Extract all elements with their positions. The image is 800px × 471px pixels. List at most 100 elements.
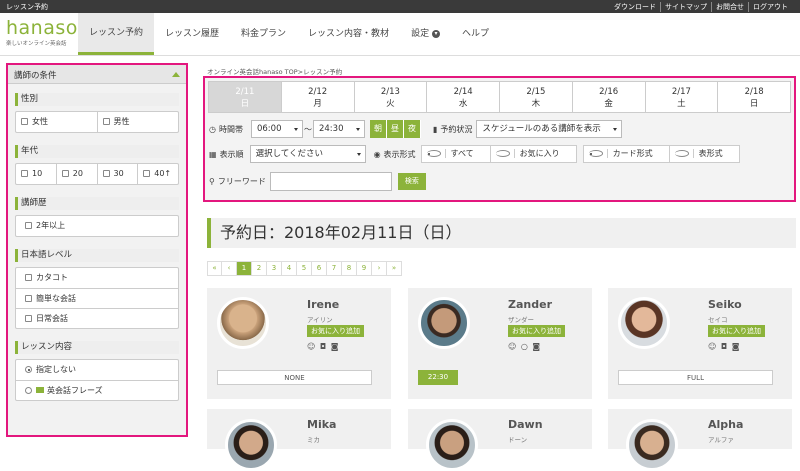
date-tab[interactable]: 2/14 水 [427,81,500,113]
page-5[interactable]: 5 [297,261,312,276]
teacher-avatar[interactable] [225,419,277,471]
book-icon: ▮ [432,124,438,134]
age-30-checkbox[interactable]: 30 [96,164,138,184]
age-40-checkbox[interactable]: 40↑ [137,164,178,184]
hanaso-logo[interactable]: hanaso 楽しいオンライン英会話 [6,18,78,50]
page-next[interactable]: › [372,261,387,276]
sitemap-link[interactable]: サイトマップ [660,2,711,12]
page-8[interactable]: 8 [342,261,357,276]
nav-lesson-booking[interactable]: レッスン予約 [78,13,155,55]
add-favorite-button[interactable]: お気に入り追加 [708,325,765,337]
page-4[interactable]: 4 [282,261,297,276]
date-tab[interactable]: 2/18 日 [718,81,791,113]
page-2[interactable]: 2 [252,261,267,276]
nav-settings[interactable]: 設定 ▾ [400,13,451,55]
nav-lesson-content[interactable]: レッスン内容・教材 [297,13,400,55]
view-table-radio[interactable]: 表形式 [668,146,739,162]
teacher-avatar[interactable] [626,419,678,471]
nav-lesson-history[interactable]: レッスン履歴 [154,13,230,55]
content-none-radio[interactable]: 指定しない [16,360,178,380]
teacher-name[interactable]: Mika [307,418,336,431]
time-to-select[interactable]: 24:30 [312,120,365,138]
date-tab[interactable]: 2/17 土 [645,81,719,113]
available-slot-button[interactable]: 22:30 [418,370,458,385]
age-20-checkbox[interactable]: 20 [55,164,97,184]
age-10-checkbox[interactable]: 10 [16,164,56,184]
page-9[interactable]: 9 [357,261,372,276]
day-label: 土 [677,99,686,109]
teacher-avatar[interactable] [426,419,478,471]
teacher-card[interactable]: Mika ミカ [207,409,391,471]
chevron-down-icon [613,128,618,131]
teacher-name[interactable]: Seiko [708,298,742,311]
contact-link[interactable]: お問合せ [711,2,748,12]
scope-favorites-radio[interactable]: お気に入り [489,146,576,162]
age-section: 年代 10 20 30 40↑ [15,145,179,185]
date-label: 2/17 [671,87,691,97]
order-label: 表示順 [219,149,244,159]
status-select[interactable]: スケジュールのある講師を表示 [476,120,623,138]
gender-section: 性別 女性 男性 [15,93,179,133]
date-tab[interactable]: 2/16 金 [572,81,646,113]
order-select[interactable]: 選択してください [249,145,366,163]
japanese-daily-checkbox[interactable]: 日常会話 [16,308,178,328]
noon-button[interactable]: 昼 [386,120,404,138]
teacher-card[interactable]: Irene アイリン お気に入り追加 ☺ ◘ ◙ NONE [207,288,391,399]
teacher-card[interactable]: Seiko セイコ お気に入り追加 ☺ ◘ ◙ FULL [608,288,792,399]
grid-icon: ▦ [209,149,217,159]
time-label: 時間帯 [218,124,243,134]
keyword-label: フリーワード [217,177,266,186]
view-card-radio[interactable]: カード形式 [584,146,669,162]
panel-header[interactable]: 講師の条件 [8,65,186,84]
content-phrases-radio[interactable]: 英会話フレーズ [16,380,178,400]
logout-link[interactable]: ログアウト [748,2,792,12]
download-link[interactable]: ダウンロード [610,2,660,12]
teacher-avatar[interactable] [418,297,470,349]
teacher-card[interactable]: Dawn ドーン [408,409,592,471]
teacher-avatar[interactable] [618,297,670,349]
teacher-name[interactable]: Dawn [508,418,543,431]
nav-help[interactable]: ヘルプ [451,13,500,55]
search-button[interactable]: 検索 [397,173,426,190]
breadcrumb[interactable]: オンライン英会話hanaso TOP>レッスン予約 [207,66,342,76]
teacher-avatar[interactable] [217,297,269,349]
gender-male-checkbox[interactable]: 男性 [96,112,179,132]
page-3[interactable]: 3 [267,261,282,276]
teacher-name[interactable]: Irene [307,298,339,311]
add-favorite-button[interactable]: お気に入り追加 [508,325,565,337]
teacher-name[interactable]: Alpha [708,418,743,431]
morning-button[interactable]: 朝 [369,120,387,138]
teacher-card[interactable]: Zander ザンダー お気に入り追加 ☺ ○ ◙ 22:30 [408,288,592,399]
gender-female-checkbox[interactable]: 女性 [16,112,97,132]
chevron-down-icon: ▾ [431,29,440,38]
date-tab[interactable]: 2/13 火 [354,81,428,113]
flag-icon [36,387,44,393]
teacher-kana: セイコ [708,316,728,324]
date-tab[interactable]: 2/15 木 [500,81,573,113]
scope-all-radio[interactable]: すべて [422,146,490,162]
option-label: 30 [113,169,124,178]
teacher-name[interactable]: Zander [508,298,552,311]
page-last[interactable]: » [387,261,402,276]
night-button[interactable]: 夜 [403,120,421,138]
page-prev[interactable]: ‹ [222,261,237,276]
date-tab[interactable]: 2/12 月 [281,81,355,113]
date-tab[interactable]: 2/11 日 [208,81,282,113]
keyword-input[interactable] [269,172,392,191]
page-1[interactable]: 1 [237,261,252,276]
japanese-katakoto-checkbox[interactable]: カタコト [16,268,178,288]
option-label: 20 [72,169,83,178]
page-first[interactable]: « [207,261,222,276]
teacher-card[interactable]: Alpha アルファ [608,409,792,471]
nav-pricing[interactable]: 料金プラン [230,13,297,55]
page-7[interactable]: 7 [327,261,342,276]
radio-icon [25,387,32,394]
page-6[interactable]: 6 [312,261,327,276]
collapse-triangle-icon[interactable] [172,72,180,77]
radio-icon [495,150,510,157]
add-favorite-button[interactable]: お気に入り追加 [307,325,364,337]
japanese-simple-checkbox[interactable]: 簡単な会話 [16,288,178,308]
experience-2yr-checkbox[interactable]: 2年以上 [16,216,178,236]
time-to-value: 24:30 [318,124,344,134]
time-from-select[interactable]: 06:00 [250,120,303,138]
